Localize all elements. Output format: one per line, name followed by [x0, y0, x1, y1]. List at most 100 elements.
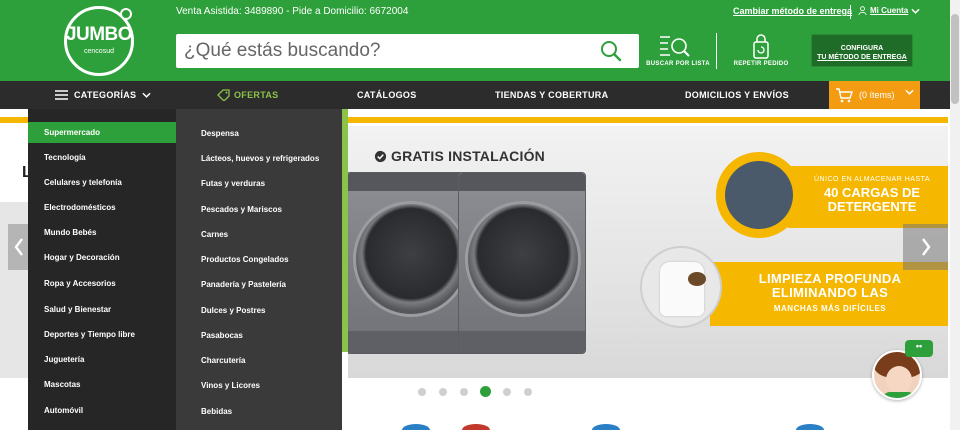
- divider: [716, 33, 717, 69]
- carousel-prev-button[interactable]: [8, 224, 30, 270]
- repeat-order-label: REPETIR PEDIDO: [733, 61, 789, 67]
- chevron-left-icon: [14, 238, 23, 256]
- promo-detergent-line1: 40 CARGAS DE: [823, 185, 921, 200]
- nav-ofertas-label: OFERTAS: [234, 90, 279, 100]
- tag-icon: [217, 89, 230, 101]
- promo-detergent-panel: ÚNICO EN ALMACENAR HASTA 40 CARGAS DE DE…: [788, 166, 948, 228]
- search-icon[interactable]: [600, 40, 622, 62]
- submenu-item-bebidas[interactable]: Bebidas: [176, 401, 342, 422]
- submenu-item-panaderia[interactable]: Panadería y Pastelería: [176, 274, 342, 295]
- free-installation-heading: GRATIS INSTALACIÓN: [374, 148, 545, 164]
- menu-item-salud[interactable]: Salud y Bienestar: [28, 299, 176, 320]
- cart-button[interactable]: (0 ítems): [829, 81, 920, 109]
- submenu-item-pasabocas[interactable]: Pasabocas: [176, 325, 342, 346]
- submenu-item-vinos[interactable]: Vinos y Licores: [176, 375, 342, 396]
- page-scrollbar[interactable]: [950, 0, 960, 430]
- category-icon-peek[interactable]: [462, 424, 490, 430]
- search-by-list-button[interactable]: BUSCAR POR LISTA: [646, 34, 710, 70]
- menu-item-mundo-bebes[interactable]: Mundo Bebés: [28, 222, 176, 243]
- free-installation-text: GRATIS INSTALACIÓN: [391, 148, 545, 164]
- dryer-appliance-image: [348, 172, 474, 354]
- carousel-dot[interactable]: [439, 388, 447, 396]
- submenu-item-pescados[interactable]: Pescados y Mariscos: [176, 199, 342, 220]
- menu-item-electrodomesticos[interactable]: Electrodomésticos: [28, 197, 176, 218]
- carousel-dot[interactable]: [460, 388, 468, 396]
- my-account-label: Mi Cuenta: [870, 6, 909, 15]
- menu-item-ropa[interactable]: Ropa y Accesorios: [28, 273, 176, 294]
- configure-delivery-button[interactable]: CONFIGURA TU MÉTODO DE ENTREGA: [811, 34, 913, 67]
- user-icon: [858, 6, 867, 15]
- nav-domicilios[interactable]: DOMICILIOS Y ENVÍOS: [685, 81, 789, 109]
- nav-tiendas[interactable]: TIENDAS Y COBERTURA: [495, 81, 608, 109]
- promo-clean-panel: LIMPIEZA PROFUNDA ELIMINANDO LAS MANCHAS…: [710, 262, 948, 326]
- menu-item-deportes[interactable]: Deportes y Tiempo libre: [28, 324, 176, 345]
- submenu-item-carnes[interactable]: Carnes: [176, 224, 342, 245]
- promo-detergent-line2: DETERGENTE: [827, 199, 917, 214]
- submenu-item-congelados[interactable]: Productos Congelados: [176, 249, 342, 270]
- banner-top-stripe: [348, 117, 948, 123]
- chat-assistant-avatar[interactable]: [872, 350, 922, 400]
- orange-stripe: [0, 117, 28, 123]
- scrollbar-thumb[interactable]: [951, 14, 959, 104]
- menu-scroll-indicator: [342, 109, 348, 352]
- detergent-dispenser-image: [716, 152, 802, 238]
- category-icon-peek[interactable]: [796, 424, 824, 430]
- nav-categories[interactable]: CATEGORÍAS: [55, 81, 151, 109]
- chevron-down-icon: [911, 8, 920, 14]
- search-bar: [176, 34, 639, 68]
- menu-item-automovil[interactable]: Automóvil: [28, 400, 176, 421]
- shopping-bag-repeat-icon: [753, 34, 769, 59]
- promo-clean-line2: ELIMINANDO LAS: [771, 285, 889, 300]
- my-account-menu[interactable]: Mi Cuenta: [858, 6, 920, 15]
- carousel-dot[interactable]: [503, 388, 511, 396]
- chevron-right-icon: [921, 238, 930, 256]
- search-input[interactable]: [184, 34, 584, 68]
- submenu-item-lacteos[interactable]: Lácteos, huevos y refrigerados: [176, 148, 342, 169]
- menu-item-supermercado[interactable]: Supermercado: [28, 122, 176, 143]
- submenu-item-dulces[interactable]: Dulces y Postres: [176, 300, 342, 321]
- logo-text: JUMBO: [65, 24, 133, 45]
- carousel-dot[interactable]: [524, 388, 532, 396]
- menu-item-celulares[interactable]: Celulares y telefonía: [28, 172, 176, 193]
- menu-item-mascotas[interactable]: Mascotas: [28, 374, 176, 395]
- carousel-next-button[interactable]: [903, 224, 948, 270]
- gear-check-icon: [374, 150, 387, 162]
- menu-item-tecnologia[interactable]: Tecnología: [28, 147, 176, 168]
- carousel-dot-active[interactable]: [480, 386, 491, 397]
- carousel-dot[interactable]: [418, 388, 426, 396]
- change-delivery-method-link[interactable]: Cambiar método de entrega: [733, 6, 852, 16]
- menu-item-hogar[interactable]: Hogar y Decoración: [28, 247, 176, 268]
- cart-count: (0 ítems): [859, 90, 895, 100]
- repeat-order-button[interactable]: REPETIR PEDIDO: [730, 34, 792, 70]
- cart-icon: [836, 87, 853, 102]
- washer-appliance-image: [458, 172, 586, 354]
- logo-dot: [120, 8, 132, 20]
- list-search-icon: [660, 36, 690, 57]
- nav-ofertas[interactable]: OFERTAS: [217, 81, 278, 109]
- subcategories-menu: Despensa Lácteos, huevos y refrigerados …: [176, 109, 342, 430]
- stained-shirt-image: [640, 246, 722, 328]
- logo-subtext: cencosud: [84, 48, 114, 55]
- chevron-down-icon: [142, 92, 151, 98]
- category-icon-peek[interactable]: [592, 424, 620, 430]
- menu-icon: [55, 90, 68, 100]
- promo-detergent-subtitle: ÚNICO EN ALMACENAR HASTA: [813, 176, 931, 183]
- configure-line2: TU MÉTODO DE ENTREGA: [817, 54, 907, 61]
- divider: [850, 5, 851, 19]
- hero-banner[interactable]: GRATIS INSTALACIÓN ÚNICO EN ALMACENAR HA…: [348, 126, 948, 378]
- nav-categories-label: CATEGORÍAS: [74, 90, 137, 100]
- nav-catalogos[interactable]: CATÁLOGOS: [357, 81, 417, 109]
- submenu-item-despensa[interactable]: Despensa: [176, 123, 342, 144]
- chat-bubble[interactable]: ••: [905, 340, 933, 357]
- top-header: JUMBO cencosud Venta Asistida: 3489890 -…: [0, 0, 960, 81]
- submenu-item-charcuteria[interactable]: Charcutería: [176, 350, 342, 371]
- configure-line1: CONFIGURA: [840, 45, 884, 52]
- promo-clean-line1: LIMPIEZA PROFUNDA: [758, 271, 902, 286]
- submenu-item-frutas[interactable]: Futas y verduras: [176, 173, 342, 194]
- menu-item-jugueteria[interactable]: Juguetería: [28, 349, 176, 370]
- search-by-list-label: BUSCAR POR LISTA: [646, 61, 710, 67]
- contact-info: Venta Asistida: 3489890 - Pide a Domicil…: [176, 6, 409, 17]
- category-icon-peek[interactable]: [402, 424, 430, 430]
- jumbo-logo[interactable]: JUMBO cencosud: [64, 6, 138, 76]
- categories-menu: Supermercado Tecnología Celulares y tele…: [28, 109, 176, 430]
